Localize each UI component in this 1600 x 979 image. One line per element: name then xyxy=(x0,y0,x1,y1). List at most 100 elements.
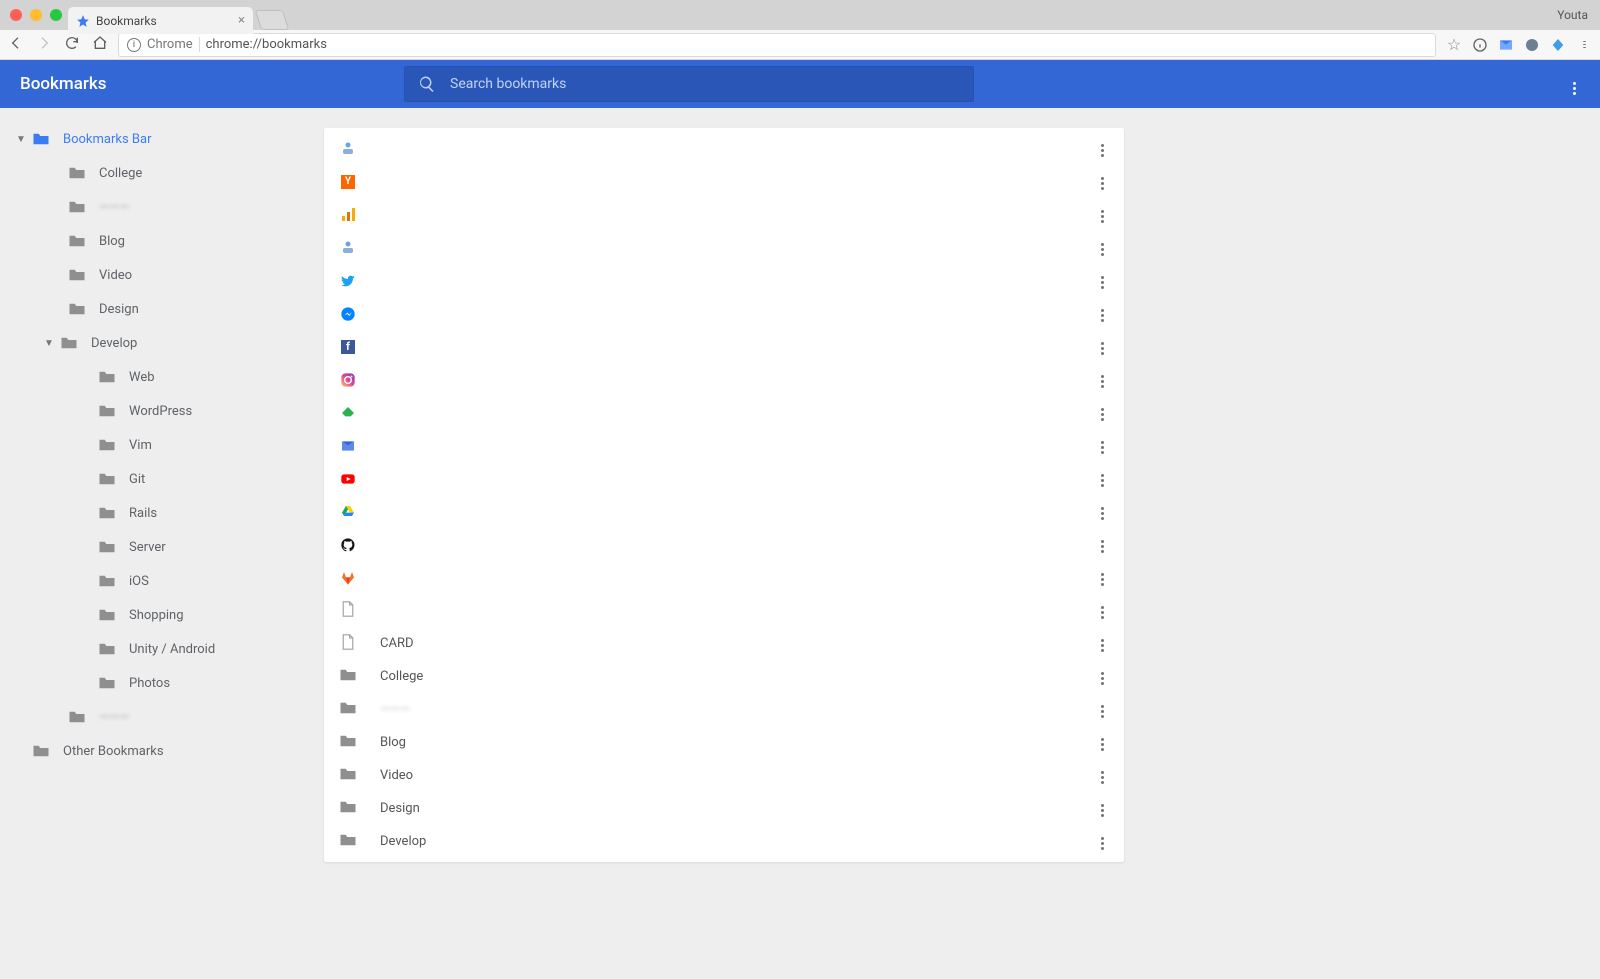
search-box[interactable] xyxy=(404,66,974,102)
bookmark-row[interactable] xyxy=(324,429,1124,462)
tree-item[interactable]: Rails xyxy=(10,496,290,530)
folder-icon xyxy=(98,608,116,622)
bookmark-folder-row[interactable]: Video xyxy=(324,759,1124,792)
item-menu-button[interactable] xyxy=(1097,796,1108,821)
window-zoom-button[interactable] xyxy=(50,9,62,21)
back-button[interactable] xyxy=(8,35,24,55)
bookmark-title: Video xyxy=(380,768,1097,783)
reload-button[interactable] xyxy=(64,35,80,55)
bookmark-row[interactable] xyxy=(324,264,1124,297)
search-input[interactable] xyxy=(450,76,960,92)
tree-item[interactable]: Video xyxy=(10,258,290,292)
bookmark-folder-row[interactable]: Blog xyxy=(324,726,1124,759)
item-menu-button[interactable] xyxy=(1097,301,1108,326)
item-menu-button[interactable] xyxy=(1097,433,1108,458)
tree-item[interactable]: WordPress xyxy=(10,394,290,428)
item-menu-button[interactable] xyxy=(1097,334,1108,359)
bookmark-row[interactable] xyxy=(324,231,1124,264)
item-menu-button[interactable] xyxy=(1097,829,1108,854)
bookmark-row[interactable]: f xyxy=(324,330,1124,363)
tree-item[interactable]: Photos xyxy=(10,666,290,700)
bookmark-row[interactable] xyxy=(324,198,1124,231)
bookmark-row[interactable] xyxy=(324,594,1124,627)
bookmark-row[interactable] xyxy=(324,132,1124,165)
folder-open-icon xyxy=(32,132,50,146)
tree-item[interactable]: College xyxy=(10,156,290,190)
item-menu-button[interactable] xyxy=(1097,664,1108,689)
item-menu-button[interactable] xyxy=(1097,631,1108,656)
expand-arrow-icon[interactable]: ▼ xyxy=(10,134,32,145)
window-close-button[interactable] xyxy=(10,9,22,21)
browser-menu-button[interactable] xyxy=(1576,37,1592,53)
item-menu-button[interactable] xyxy=(1097,202,1108,227)
item-menu-button[interactable] xyxy=(1097,466,1108,491)
item-menu-button[interactable] xyxy=(1097,565,1108,590)
tree-item[interactable]: iOS xyxy=(10,564,290,598)
folder-icon xyxy=(98,506,116,520)
tree-item[interactable]: ——— xyxy=(10,700,290,734)
bookmark-row[interactable] xyxy=(324,396,1124,429)
bookmark-row[interactable] xyxy=(324,363,1124,396)
tree-item[interactable]: ——— xyxy=(10,190,290,224)
extension-misc-icon[interactable] xyxy=(1550,37,1566,53)
tree-label: ——— xyxy=(99,200,129,215)
tree-item[interactable]: Server xyxy=(10,530,290,564)
tree-item[interactable]: Git xyxy=(10,462,290,496)
extension-translate-icon[interactable] xyxy=(1524,37,1540,53)
tab-title: Bookmarks xyxy=(96,14,157,28)
info-icon[interactable] xyxy=(1472,37,1488,53)
tree-item[interactable]: Blog xyxy=(10,224,290,258)
bookmark-folder-row[interactable]: Design xyxy=(324,792,1124,825)
item-menu-button[interactable] xyxy=(1097,235,1108,260)
bookmark-row[interactable] xyxy=(324,495,1124,528)
omnibox[interactable]: i Chrome chrome://bookmarks xyxy=(118,33,1436,57)
profile-name[interactable]: Youta xyxy=(1557,8,1588,22)
tree-label: Design xyxy=(99,302,139,317)
bookmark-row[interactable]: CARD xyxy=(324,627,1124,660)
bookmark-folder-row[interactable]: Develop xyxy=(324,825,1124,858)
bookmark-folder-row[interactable]: College xyxy=(324,660,1124,693)
item-menu-button[interactable] xyxy=(1097,169,1108,194)
tree-other-bookmarks[interactable]: Other Bookmarks xyxy=(10,734,290,768)
folder-icon xyxy=(60,336,78,350)
tree-label: Unity / Android xyxy=(129,642,215,657)
facebook-icon: f xyxy=(340,339,356,355)
expand-arrow-icon[interactable]: ▼ xyxy=(38,338,60,349)
tab-close-button[interactable]: × xyxy=(238,13,245,28)
tree-item[interactable]: Web xyxy=(10,360,290,394)
extension-inbox-icon[interactable] xyxy=(1498,37,1514,53)
analytics-icon xyxy=(340,207,356,223)
bookmark-row[interactable] xyxy=(324,462,1124,495)
bookmark-row[interactable] xyxy=(324,528,1124,561)
header-menu-button[interactable] xyxy=(1569,70,1580,99)
item-menu-button[interactable] xyxy=(1097,532,1108,557)
new-tab-button[interactable] xyxy=(255,10,289,30)
tree-item[interactable]: Design xyxy=(10,292,290,326)
window-minimize-button[interactable] xyxy=(30,9,42,21)
tree-item[interactable]: Unity / Android xyxy=(10,632,290,666)
tree-item[interactable]: Vim xyxy=(10,428,290,462)
bookmark-title: CARD xyxy=(380,636,1097,651)
item-menu-button[interactable] xyxy=(1097,763,1108,788)
folder-icon xyxy=(98,642,116,656)
item-menu-button[interactable] xyxy=(1097,697,1108,722)
search-icon xyxy=(418,75,436,93)
tree-root-bookmarks-bar[interactable]: ▼ Bookmarks Bar xyxy=(10,122,290,156)
bookmark-star-button[interactable]: ☆ xyxy=(1446,37,1462,53)
item-menu-button[interactable] xyxy=(1097,730,1108,755)
tree-item[interactable]: Shopping xyxy=(10,598,290,632)
tree-item[interactable]: ▼Develop xyxy=(10,326,290,360)
item-menu-button[interactable] xyxy=(1097,136,1108,161)
bookmark-folder-row[interactable]: ——— xyxy=(324,693,1124,726)
item-menu-button[interactable] xyxy=(1097,268,1108,293)
item-menu-button[interactable] xyxy=(1097,367,1108,392)
bookmark-row[interactable] xyxy=(324,297,1124,330)
item-menu-button[interactable] xyxy=(1097,499,1108,524)
item-menu-button[interactable] xyxy=(1097,598,1108,623)
browser-tab[interactable]: Bookmarks × xyxy=(68,7,253,34)
site-info-icon[interactable]: i xyxy=(127,38,141,52)
home-button[interactable] xyxy=(92,35,108,55)
item-menu-button[interactable] xyxy=(1097,400,1108,425)
bookmark-row[interactable]: Y xyxy=(324,165,1124,198)
bookmark-row[interactable] xyxy=(324,561,1124,594)
